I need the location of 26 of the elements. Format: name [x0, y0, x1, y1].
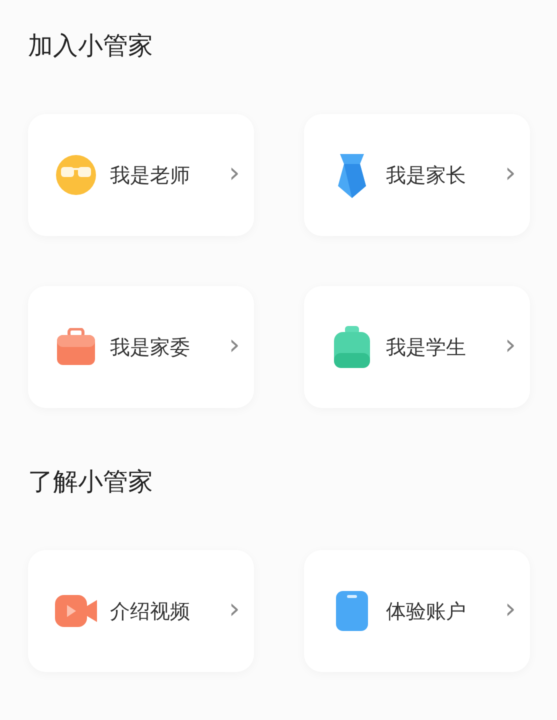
role-card[interactable]: 我是学生 ›: [304, 286, 530, 408]
tie-icon: [336, 152, 368, 198]
section-title: 了解小管家: [28, 466, 154, 498]
card-label: 我是老师: [110, 162, 190, 189]
sunglasses-face-icon: [55, 154, 97, 196]
card-label: 介绍视频: [110, 598, 190, 625]
chevron-icon: ›: [504, 595, 516, 627]
briefcase-icon: [56, 328, 96, 366]
card-label: 我是学生: [386, 334, 466, 361]
card-label: 我是家委: [110, 334, 190, 361]
chevron-icon: ›: [504, 331, 516, 363]
phone-icon: [335, 590, 369, 632]
chevron-icon: ›: [228, 331, 240, 363]
chevron-icon: ›: [228, 159, 240, 191]
card-label: 我是家长: [386, 162, 466, 189]
role-card[interactable]: 我是家委 ›: [28, 286, 254, 408]
bag-icon: [333, 325, 371, 369]
video-camera-icon: [54, 594, 98, 628]
section-title: 加入小管家: [28, 30, 154, 62]
chevron-icon: ›: [228, 595, 240, 627]
role-card[interactable]: 我是家长 ›: [304, 114, 530, 236]
role-card[interactable]: 体验账户 ›: [304, 550, 530, 672]
role-card[interactable]: 介绍视频 ›: [28, 550, 254, 672]
role-card[interactable]: 我是老师 ›: [28, 114, 254, 236]
card-label: 体验账户: [386, 598, 466, 625]
chevron-icon: ›: [504, 159, 516, 191]
